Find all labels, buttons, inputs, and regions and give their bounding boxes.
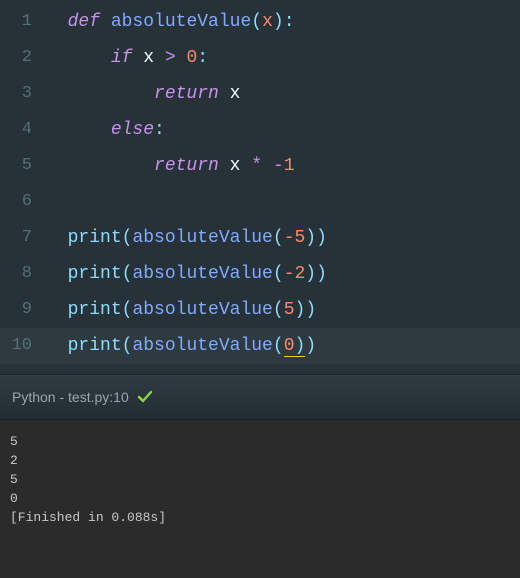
code-content: def absoluteValue(x): (46, 4, 520, 40)
code-content: print(absoluteValue(0)) (46, 328, 520, 364)
code-line[interactable]: 6 (0, 184, 520, 220)
status-text: Python - test.py:10 (12, 389, 129, 405)
code-content: print(absoluteValue(-2)) (46, 256, 520, 292)
code-content: print(absoluteValue(-5)) (46, 220, 520, 256)
code-line[interactable]: 4 else: (0, 112, 520, 148)
line-number: 4 (0, 112, 46, 148)
line-number: 7 (0, 220, 46, 256)
status-bar: Python - test.py:10 (0, 374, 520, 420)
code-content: return x * -1 (46, 148, 520, 184)
code-content: else: (46, 112, 520, 148)
line-number: 3 (0, 76, 46, 112)
code-content: return x (46, 76, 520, 112)
code-line[interactable]: 2 if x > 0: (0, 40, 520, 76)
code-line[interactable]: 8 print(absoluteValue(-2)) (0, 256, 520, 292)
code-line[interactable]: 10 print(absoluteValue(0)) (0, 328, 520, 364)
code-line[interactable]: 3 return x (0, 76, 520, 112)
code-content: print(absoluteValue(5)) (46, 292, 520, 328)
line-number: 1 (0, 4, 46, 40)
output-panel[interactable]: 5 2 5 0 [Finished in 0.088s] (0, 420, 520, 578)
code-line[interactable]: 5 return x * -1 (0, 148, 520, 184)
code-content: if x > 0: (46, 40, 520, 76)
line-number: 2 (0, 40, 46, 76)
line-number: 5 (0, 148, 46, 184)
code-content (46, 184, 520, 220)
code-line[interactable]: 9 print(absoluteValue(5)) (0, 292, 520, 328)
line-number: 6 (0, 184, 46, 220)
check-icon (137, 389, 153, 405)
output-line: 5 (10, 432, 510, 451)
code-line[interactable]: 7 print(absoluteValue(-5)) (0, 220, 520, 256)
code-editor[interactable]: 1 def absoluteValue(x): 2 if x > 0: 3 re… (0, 0, 520, 374)
line-number: 8 (0, 256, 46, 292)
line-number: 9 (0, 292, 46, 328)
code-line[interactable]: 1 def absoluteValue(x): (0, 4, 520, 40)
output-line: 5 (10, 470, 510, 489)
output-line: 2 (10, 451, 510, 470)
output-line: 0 (10, 489, 510, 508)
output-line: [Finished in 0.088s] (10, 508, 510, 527)
line-number: 10 (0, 328, 46, 364)
